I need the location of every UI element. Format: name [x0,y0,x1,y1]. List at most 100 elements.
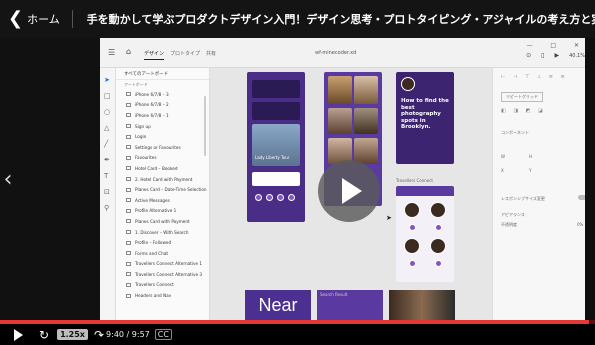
thumbnail-photo [389,290,455,320]
line-tool-icon: ╱ [104,140,109,148]
layer-label: Forms and Chat [135,250,169,256]
forward-icon[interactable]: ↷ [94,328,104,342]
h-label: H [529,154,533,159]
zoom-level: 40.1% [569,52,585,59]
artboard-icon [126,282,131,287]
artboard-liberty-tour: Lady Liberty Tour [247,72,305,222]
layer-label: Travellers Connect Alternative 3 [135,271,203,277]
artboard-icon [126,198,131,203]
layer-item: Forms and Chat [116,248,209,259]
top-bar: ❮ ホーム 手を動かして学ぶプロダクトデザイン入門！デザイン思考・プロトタイピン… [0,0,595,38]
thumbnail-near-label: Near [258,294,298,315]
artboard-icon [126,177,131,182]
responsive-label: レスポンシブサイズ変更 [501,196,545,201]
previous-lecture-icon[interactable]: ‹ [0,38,16,320]
dot [277,194,284,201]
artboard-icon [126,293,131,298]
avatar [404,238,420,254]
home-button[interactable]: ❮ ホーム [0,0,72,38]
xd-tool-strip: ➤ □ ○ △ ╱ ✒ T ⊡ ⚲ [100,68,116,320]
liberty-title: Lady Liberty Tour [255,155,290,160]
align-icons: ⊢ ⊣ ⊤ ⊥ ≡ ≡ [501,74,568,80]
xd-right-icons: ⊙ ▯ ▶ 40.1% [526,52,585,59]
photo-tile [328,108,352,134]
thumbnail-near: Near [245,290,311,320]
layer-label: Favourites [135,155,157,161]
artboard-icon [126,219,131,224]
layer-item: Login [116,131,209,142]
artboard-photo-spots: How to find the best photography spots i… [396,72,454,164]
photo-tile [354,138,378,164]
home-icon: ⌂ [126,47,132,56]
layer-label: Login [135,134,147,140]
artboard-icon [126,113,131,118]
text-tool-icon: T [104,172,109,180]
opacity-label: 不透明度 [501,222,517,227]
photo-tile [354,108,378,134]
ellipse-tool-icon: ○ [104,108,111,116]
layer-item: Headers and Nav [116,290,209,301]
time-display: 9:40 / 9:57 [106,330,150,339]
artboard-form [252,172,300,186]
layer-item: Profile – Followed [116,237,209,248]
layer-label: Travellers Connect Alternative 1 [135,261,203,267]
avatar [404,202,420,218]
tab-prototype: プロトタイプ [170,51,201,57]
layer-label: Active Messages [135,197,170,203]
artboard-travellers-connect [396,186,454,282]
artboard-icon [126,102,131,107]
opacity-value: 0% [577,222,584,227]
layers-header: すべてのアートボード [116,68,209,80]
appearance-label: アピアランス [501,212,525,217]
rectangle-tool-icon: □ [104,92,111,100]
layer-item: 2. Hotel Card with Payment [116,174,209,185]
cursor-icon: ➤ [386,214,392,222]
artboard-icon [126,251,131,256]
avatar [401,77,415,91]
property-inspector: ⊢ ⊣ ⊤ ⊥ ≡ ≡ リピートグリッド ◧ ◨ ◩ ◪ コンポーネント W H… [492,68,595,320]
document-name: wf-minecoder.xd [315,50,357,56]
layer-label: Profile Alternative 1 [135,208,177,214]
dot [409,260,416,267]
artboard-label: Travellers Connect [396,178,434,183]
repeat-grid-button: リピートグリッド [501,92,543,102]
layers-section: アートボード [124,81,148,87]
component-label: コンポーネント [501,130,529,135]
preview-play-icon: ▶ [554,52,560,59]
layer-item: Sign up [116,121,209,132]
layer-item: iPhone 6/7/8 – 3 [116,89,209,100]
playback-speed-button[interactable]: 1.25x [57,329,88,340]
layer-label: Travellers Connect [135,282,174,288]
layer-item: Active Messages [116,195,209,206]
layer-item: 1. Discover – With Search [116,227,209,238]
play-icon[interactable] [14,328,23,341]
select-tool-icon: ➤ [104,76,110,84]
course-title: 手を動かして学ぶプロダクトデザイン入門！デザイン思考・プロトタイピング・アジャイ… [86,13,595,26]
replay-icon[interactable]: ↻ [39,328,49,342]
xd-toolbar: ☰ ⌂ デザイン プロトタイプ 共有 wf-minecoder.xd — □ ✕… [100,38,595,68]
play-icon [341,178,362,204]
layer-label: Planes Card with Payment [135,218,190,224]
artboard-icon [126,124,131,129]
dot [266,194,273,201]
layer-item: Travellers Connect [116,280,209,291]
photo-tile [354,76,378,104]
video-frame[interactable]: ‹ ☰ ⌂ デザイン プロトタイプ 共有 wf-minecoder.xd — □… [0,38,595,320]
captions-button[interactable]: CC [154,329,172,340]
player-controls: ↻ 1.25x ↷ 9:40 / 9:57 CC [0,324,595,345]
layer-label: 2. Hotel Card with Payment [135,176,193,182]
big-play-button[interactable] [318,160,380,222]
video-right-edge [585,38,595,320]
dot [255,194,262,201]
artboard-icon [126,145,131,150]
layer-item: Travellers Connect Alternative 3 [116,269,209,280]
artboard-icon [126,187,131,192]
artboard-icon [126,134,131,139]
video-player-page: ❮ ホーム 手を動かして学ぶプロダクトデザイン入門！デザイン思考・プロトタイピン… [0,0,595,345]
layer-label: Sign up [135,123,151,129]
dot [409,224,416,231]
y-label: Y [529,168,532,173]
layer-item: Hotel Card – Booked [116,163,209,174]
layer-item: Settings or Favourites [116,142,209,153]
tab-design: デザイン [144,50,165,60]
